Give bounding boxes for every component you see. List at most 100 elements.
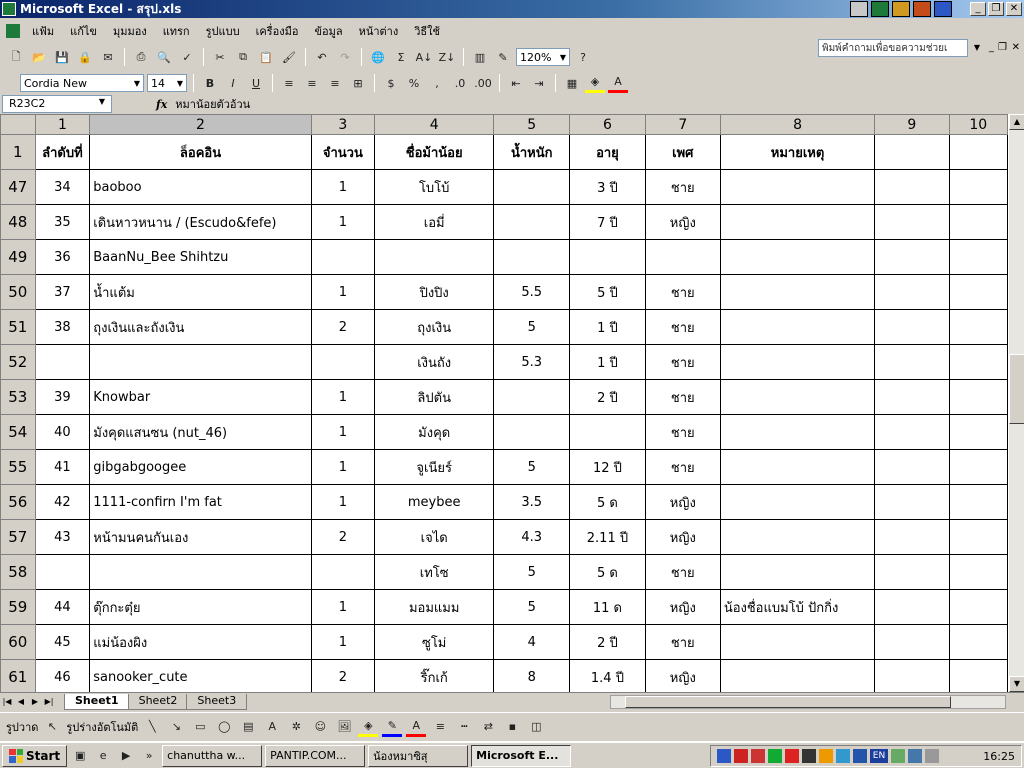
cell[interactable]: ปิงปิง <box>373 274 495 310</box>
cell[interactable]: ชาย <box>644 169 721 205</box>
cell[interactable] <box>948 134 1008 170</box>
cell[interactable]: 43 <box>34 519 91 555</box>
header-cell[interactable]: ลำดับที่ <box>34 134 91 170</box>
spelling-icon[interactable]: ✓ <box>177 47 197 67</box>
tab-sheet2[interactable]: Sheet2 <box>127 693 189 710</box>
cell[interactable]: 5 <box>493 309 571 345</box>
cell[interactable]: เจได <box>373 519 495 555</box>
cell[interactable]: 1 <box>310 169 376 205</box>
cell[interactable]: Knowbar <box>89 379 312 415</box>
cell[interactable]: หญิง <box>644 659 721 692</box>
menu-insert[interactable]: แทรก <box>155 22 198 40</box>
cell[interactable]: ชาย <box>644 379 721 415</box>
cell[interactable]: ซูโม่ <box>373 624 495 660</box>
maximize-button[interactable]: ❐ <box>988 2 1004 16</box>
rectangle-icon[interactable]: ▭ <box>190 717 210 737</box>
cell[interactable]: 34 <box>34 169 91 205</box>
cell[interactable] <box>874 309 950 345</box>
cell[interactable] <box>874 589 950 625</box>
menu-file[interactable]: แฟ้ม <box>24 22 62 40</box>
font-select[interactable]: Cordia New ▼ <box>20 74 144 92</box>
new-icon[interactable]: 🗋 <box>6 47 26 67</box>
cell[interactable]: 2 ปี <box>569 379 646 415</box>
cell[interactable]: 4 <box>493 624 571 660</box>
cell[interactable] <box>493 204 571 240</box>
taskbar-item-excel[interactable]: Microsoft E... <box>471 744 572 767</box>
tab-sheet1[interactable]: Sheet1 <box>64 693 130 710</box>
worksheet-grid[interactable]: 1 2 3 4 5 6 7 8 9 10 1 ลำดับที่ ล็อคอิน … <box>0 114 1008 692</box>
column-header[interactable]: 3 <box>310 114 376 135</box>
cell[interactable]: 41 <box>34 449 91 485</box>
copy-icon[interactable]: ⧉ <box>233 47 253 67</box>
cell[interactable]: 7 ปี <box>569 204 646 240</box>
cell[interactable]: 46 <box>34 659 91 692</box>
powerpoint-icon[interactable] <box>913 1 931 17</box>
vertical-scrollbar[interactable]: ▲ ▼ <box>1008 114 1024 692</box>
merge-center-icon[interactable]: ⊞ <box>348 73 368 93</box>
cell[interactable] <box>874 554 950 590</box>
quicklaunch-icon[interactable]: ▣ <box>70 746 90 766</box>
autoshapes-menu[interactable]: รูปร่างอัตโนมัติ <box>66 718 138 736</box>
cell[interactable]: 1 ปี <box>569 344 646 380</box>
cell[interactable] <box>948 414 1008 450</box>
row-header[interactable]: 58 <box>0 554 36 590</box>
borders-icon[interactable]: ▦ <box>562 73 582 93</box>
save-icon[interactable]: 💾 <box>52 47 72 67</box>
tray-app-icon[interactable] <box>785 749 799 763</box>
header-cell[interactable]: น้ำหนัก <box>493 134 571 170</box>
cell[interactable]: 5 ด <box>569 554 646 590</box>
cell[interactable] <box>89 554 312 590</box>
chart-wizard-icon[interactable]: ▥ <box>470 47 490 67</box>
cell[interactable]: ถุงเงินและถังเงิน <box>89 309 312 345</box>
scroll-thumb[interactable] <box>625 696 951 708</box>
fill-color-icon[interactable]: ◈ <box>358 717 379 737</box>
open-icon[interactable]: 📂 <box>29 47 49 67</box>
taskbar-item-pantip[interactable]: PANTIP.COM... <box>265 744 366 767</box>
cell[interactable]: 5 ปี <box>569 274 646 310</box>
cell[interactable]: 1 <box>310 414 376 450</box>
cell[interactable]: 1 <box>310 449 376 485</box>
cell[interactable]: 2.11 ปี <box>569 519 646 555</box>
cell[interactable] <box>874 169 950 205</box>
outlook-icon[interactable] <box>892 1 910 17</box>
cell[interactable] <box>89 344 312 380</box>
tray-app-icon[interactable] <box>891 749 905 763</box>
cell[interactable]: โบโบ้ <box>373 169 495 205</box>
row-header[interactable]: 60 <box>0 624 36 660</box>
italic-icon[interactable]: I <box>223 73 243 93</box>
row-header[interactable]: 59 <box>0 589 36 625</box>
last-sheet-icon[interactable]: ▶| <box>42 697 56 706</box>
cell[interactable] <box>948 239 1008 275</box>
taskbar-item-folder[interactable]: น้องหมาซิสุ <box>368 744 469 767</box>
fx-icon[interactable]: fx <box>156 98 167 111</box>
percent-icon[interactable]: % <box>404 73 424 93</box>
cell[interactable] <box>719 274 876 310</box>
cell[interactable]: 8 <box>493 659 571 692</box>
fill-color-icon[interactable]: ◈ <box>585 73 605 93</box>
cell[interactable] <box>874 659 950 692</box>
cell[interactable] <box>948 589 1008 625</box>
tray-app-icon[interactable] <box>751 749 765 763</box>
row-header[interactable]: 49 <box>0 239 36 275</box>
formula-input[interactable]: หมาน้อยตัวอ้วน <box>175 95 250 113</box>
tray-app-icon[interactable] <box>836 749 850 763</box>
column-header[interactable]: 5 <box>493 114 571 135</box>
cell[interactable] <box>948 554 1008 590</box>
menu-format[interactable]: รูปแบบ <box>198 22 248 40</box>
row-header[interactable]: 1 <box>0 134 36 170</box>
volume-icon[interactable] <box>925 749 939 763</box>
cell[interactable] <box>874 379 950 415</box>
cell[interactable]: หญิง <box>644 589 721 625</box>
cell[interactable]: 1 <box>310 484 376 520</box>
cell[interactable]: ชาย <box>644 414 721 450</box>
underline-icon[interactable]: U <box>246 73 266 93</box>
increase-decimal-icon[interactable]: .0 <box>450 73 470 93</box>
column-header[interactable]: 7 <box>644 114 721 135</box>
header-cell[interactable]: เพศ <box>644 134 721 170</box>
cell[interactable] <box>874 204 950 240</box>
cell[interactable] <box>719 204 876 240</box>
name-box[interactable]: R23C2 ▼ <box>2 95 112 113</box>
tray-app-icon[interactable] <box>819 749 833 763</box>
align-left-icon[interactable]: ≡ <box>279 73 299 93</box>
cell[interactable] <box>948 344 1008 380</box>
